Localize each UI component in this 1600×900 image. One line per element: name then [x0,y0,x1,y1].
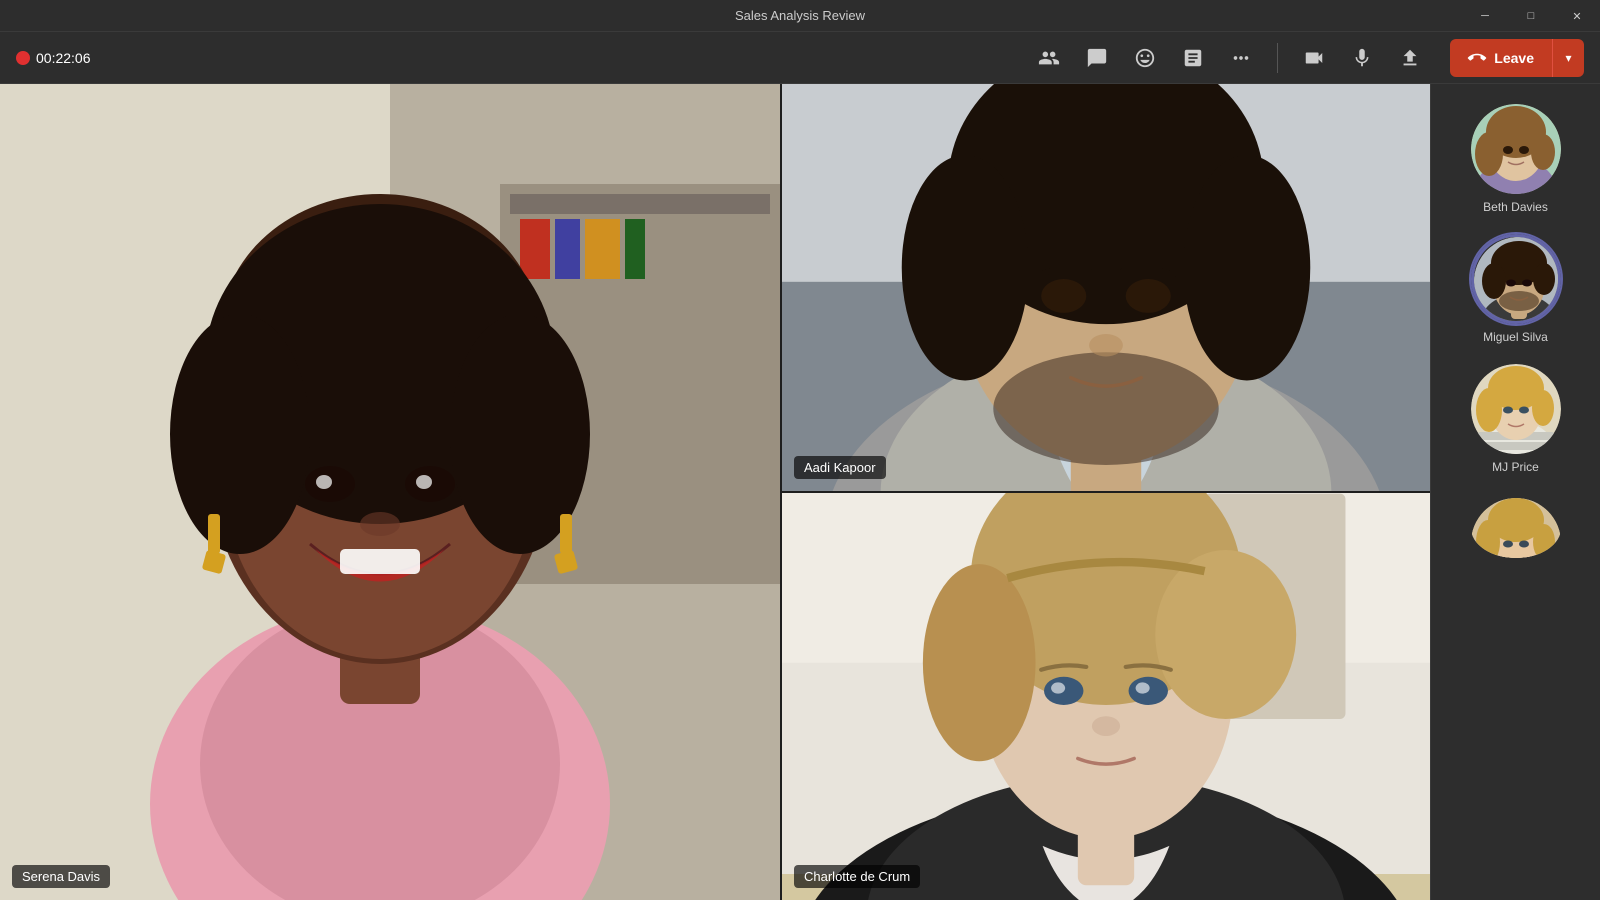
window-title: Sales Analysis Review [735,8,865,23]
video-icon [1303,47,1325,69]
toolbar-icons [1029,38,1430,78]
main-speaker-panel: Serena Davis [0,84,780,900]
leave-button[interactable]: Leave [1450,39,1552,77]
charlotte-label: Charlotte de Crum [794,865,920,888]
mj-avatar [1471,364,1561,454]
minimize-button[interactable]: ─ [1462,0,1508,32]
leave-dropdown-button[interactable]: ▾ [1552,39,1584,77]
miguel-avatar-image [1474,237,1561,324]
participant-beth[interactable]: Beth Davies [1471,104,1561,214]
aadi-portrait [782,84,1430,491]
aadi-label: Aadi Kapoor [794,456,886,479]
close-button[interactable]: ✕ [1554,0,1600,32]
miguel-avatar [1471,234,1561,324]
beth-avatar-image [1471,104,1561,194]
mic-icon [1351,47,1373,69]
grid-video-aadi: Aadi Kapoor [780,84,1430,493]
grid-video-charlotte: Charlotte de Crum [780,493,1430,900]
window-controls: ─ □ ✕ [1462,0,1600,32]
participant-fourth[interactable] [1471,498,1561,558]
mj-name: MJ Price [1492,460,1539,474]
participants-sidebar: Beth Davies [1430,84,1600,900]
fourth-avatar [1471,498,1561,558]
maximize-button[interactable]: □ [1508,0,1554,32]
main-speaker-video [0,84,780,900]
people-button[interactable] [1029,38,1069,78]
charlotte-portrait [782,493,1430,900]
more-icon [1230,47,1252,69]
beth-name: Beth Davies [1483,200,1548,214]
fourth-avatar-image [1471,498,1561,558]
video-button[interactable] [1294,38,1334,78]
toolbar-divider [1277,43,1278,73]
main-content: Serena Davis [0,84,1600,900]
reactions-button[interactable] [1125,38,1165,78]
notes-button[interactable] [1173,38,1213,78]
mj-avatar-image [1471,364,1561,454]
minimize-icon: ─ [1481,10,1489,22]
video-area: Serena Davis [0,84,1430,900]
participant-miguel[interactable]: Miguel Silva [1471,234,1561,344]
people-icon [1038,47,1060,69]
miguel-name: Miguel Silva [1483,330,1548,344]
participant-mj[interactable]: MJ Price [1471,364,1561,474]
notes-icon [1182,47,1204,69]
maximize-icon: □ [1528,10,1535,22]
leave-label: Leave [1494,50,1534,66]
reactions-icon [1134,47,1156,69]
share-button[interactable] [1390,38,1430,78]
serena-portrait [0,84,780,900]
leave-button-group: Leave ▾ [1450,39,1584,77]
recording-indicator: 00:22:06 [16,50,91,66]
recording-timer: 00:22:06 [36,50,91,66]
share-icon [1399,47,1421,69]
chat-icon [1086,47,1108,69]
close-icon: ✕ [1572,10,1581,23]
chevron-down-icon: ▾ [1565,51,1571,65]
grid-videos: Aadi Kapoor [780,84,1430,900]
mic-button[interactable] [1342,38,1382,78]
more-button[interactable] [1221,38,1261,78]
title-bar: Sales Analysis Review ─ □ ✕ [0,0,1600,32]
chat-button[interactable] [1077,38,1117,78]
toolbar: 00:22:06 [0,32,1600,84]
main-speaker-label: Serena Davis [12,865,110,888]
phone-icon [1465,45,1490,70]
recording-dot [16,51,30,65]
beth-avatar [1471,104,1561,194]
